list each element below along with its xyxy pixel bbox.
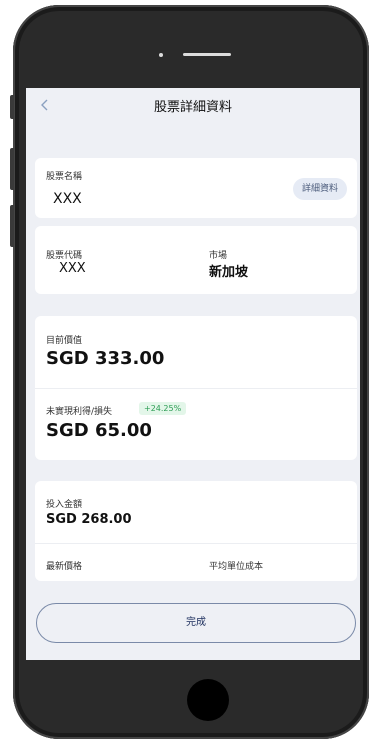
stock-code-label: 股票代碼 xyxy=(46,251,83,261)
divider xyxy=(35,388,357,389)
stock-code-value: XXX xyxy=(59,261,86,276)
stock-name-value: XXX xyxy=(53,191,82,207)
investment-card: 投入金額 SGD 268.00 最新價格 平均單位成本 xyxy=(35,481,357,581)
page-title: 股票詳細資料 xyxy=(153,100,232,115)
avg-cost-label: 平均單位成本 xyxy=(209,562,264,572)
stock-name-label: 股票名稱 xyxy=(46,172,83,182)
latest-price-label: 最新價格 xyxy=(46,562,83,572)
volume-down-button xyxy=(10,205,14,247)
navigation-bar: 股票詳細資料 xyxy=(26,88,360,126)
investment-amount: SGD 268.00 xyxy=(46,512,132,527)
change-badge: +24.25% xyxy=(139,402,187,415)
stock-code-market-card: 股票代碼 XXX 市場 新加坡 xyxy=(35,226,357,294)
camera-dot xyxy=(159,53,163,57)
market-value: 新加坡 xyxy=(209,265,249,280)
current-value-label: 目前價值 xyxy=(46,336,83,346)
market-label: 市場 xyxy=(209,251,228,261)
side-button xyxy=(10,95,14,119)
unrealized-amount: SGD 65.00 xyxy=(46,420,152,441)
current-value-amount: SGD 333.00 xyxy=(46,348,165,369)
stock-name-card: 股票名稱 XXX 詳細資料 xyxy=(35,158,357,218)
value-card: 目前價值 SGD 333.00 未實現利得/損失 +24.25% SGD 65.… xyxy=(35,316,357,460)
app-screen: 股票詳細資料 股票名稱 XXX 詳細資料 股票代碼 XXX 市場 新加坡 目前價… xyxy=(26,88,360,660)
volume-up-button xyxy=(10,148,14,190)
home-button[interactable] xyxy=(187,679,229,721)
speaker-grille xyxy=(183,53,231,56)
unrealized-label: 未實現利得/損失 xyxy=(46,407,113,417)
divider xyxy=(35,543,357,544)
done-button[interactable]: 完成 xyxy=(36,603,356,643)
investment-label: 投入金額 xyxy=(46,500,83,510)
details-button[interactable]: 詳細資料 xyxy=(292,178,347,200)
